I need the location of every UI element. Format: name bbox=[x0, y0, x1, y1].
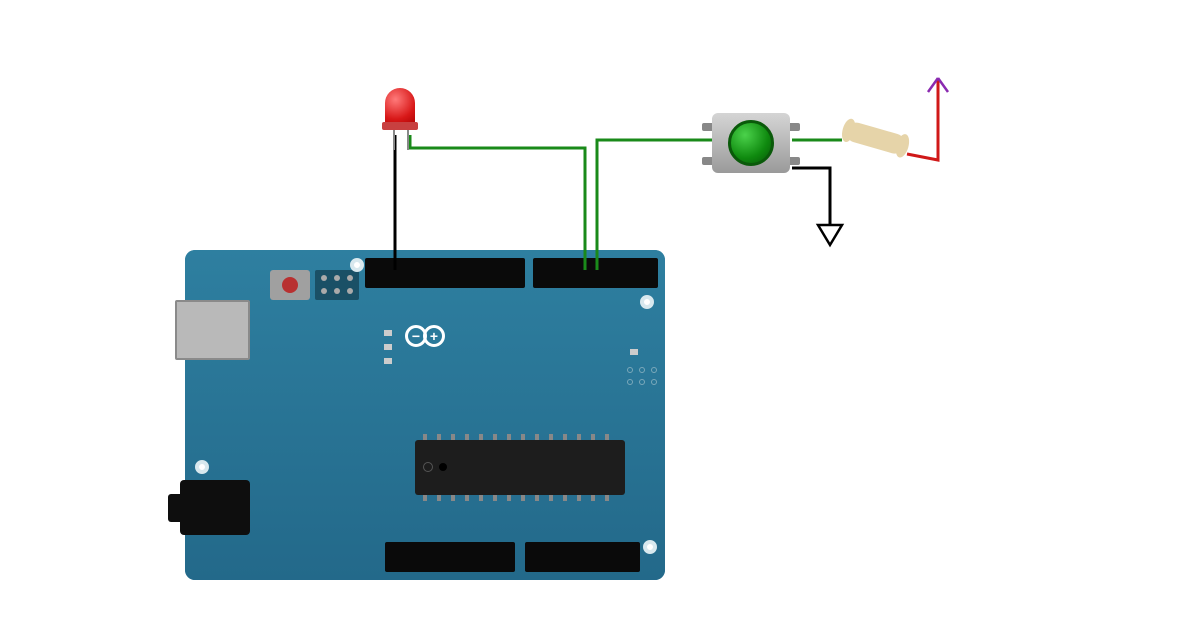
resistor-band-4 bbox=[888, 133, 898, 154]
led-bulb bbox=[385, 88, 415, 126]
led-cathode bbox=[393, 130, 395, 150]
power-jack bbox=[180, 480, 250, 535]
icsp-header-1 bbox=[315, 270, 359, 300]
arduino-board[interactable]: −+ bbox=[185, 250, 665, 580]
arduino-logo: −+ bbox=[405, 325, 451, 347]
on-led bbox=[630, 346, 642, 356]
circuit-stage: −+ bbox=[0, 0, 1200, 630]
icsp-header-2 bbox=[625, 365, 661, 391]
usb-port bbox=[175, 300, 250, 360]
led-component[interactable] bbox=[385, 88, 415, 126]
status-leds bbox=[380, 325, 392, 367]
mount-hole bbox=[640, 295, 654, 309]
mount-hole bbox=[350, 258, 364, 272]
push-button-cap bbox=[728, 120, 774, 166]
push-button-body bbox=[712, 113, 790, 173]
analog-header bbox=[525, 542, 640, 572]
digital-header-left bbox=[365, 258, 525, 288]
push-button[interactable] bbox=[712, 113, 790, 187]
mount-hole bbox=[195, 460, 209, 474]
resistor-band-3 bbox=[871, 128, 881, 149]
digital-header-right bbox=[533, 258, 658, 288]
resistor-band-1 bbox=[852, 122, 862, 143]
power-header bbox=[385, 542, 515, 572]
resistor[interactable] bbox=[843, 120, 907, 160]
mount-hole bbox=[643, 540, 657, 554]
resistor-band-2 bbox=[861, 125, 871, 146]
atmega-chip bbox=[415, 440, 625, 495]
led-anode bbox=[407, 130, 409, 150]
reset-button[interactable] bbox=[270, 270, 310, 300]
infinity-icon: −+ bbox=[405, 325, 445, 347]
resistor-body bbox=[844, 120, 907, 156]
